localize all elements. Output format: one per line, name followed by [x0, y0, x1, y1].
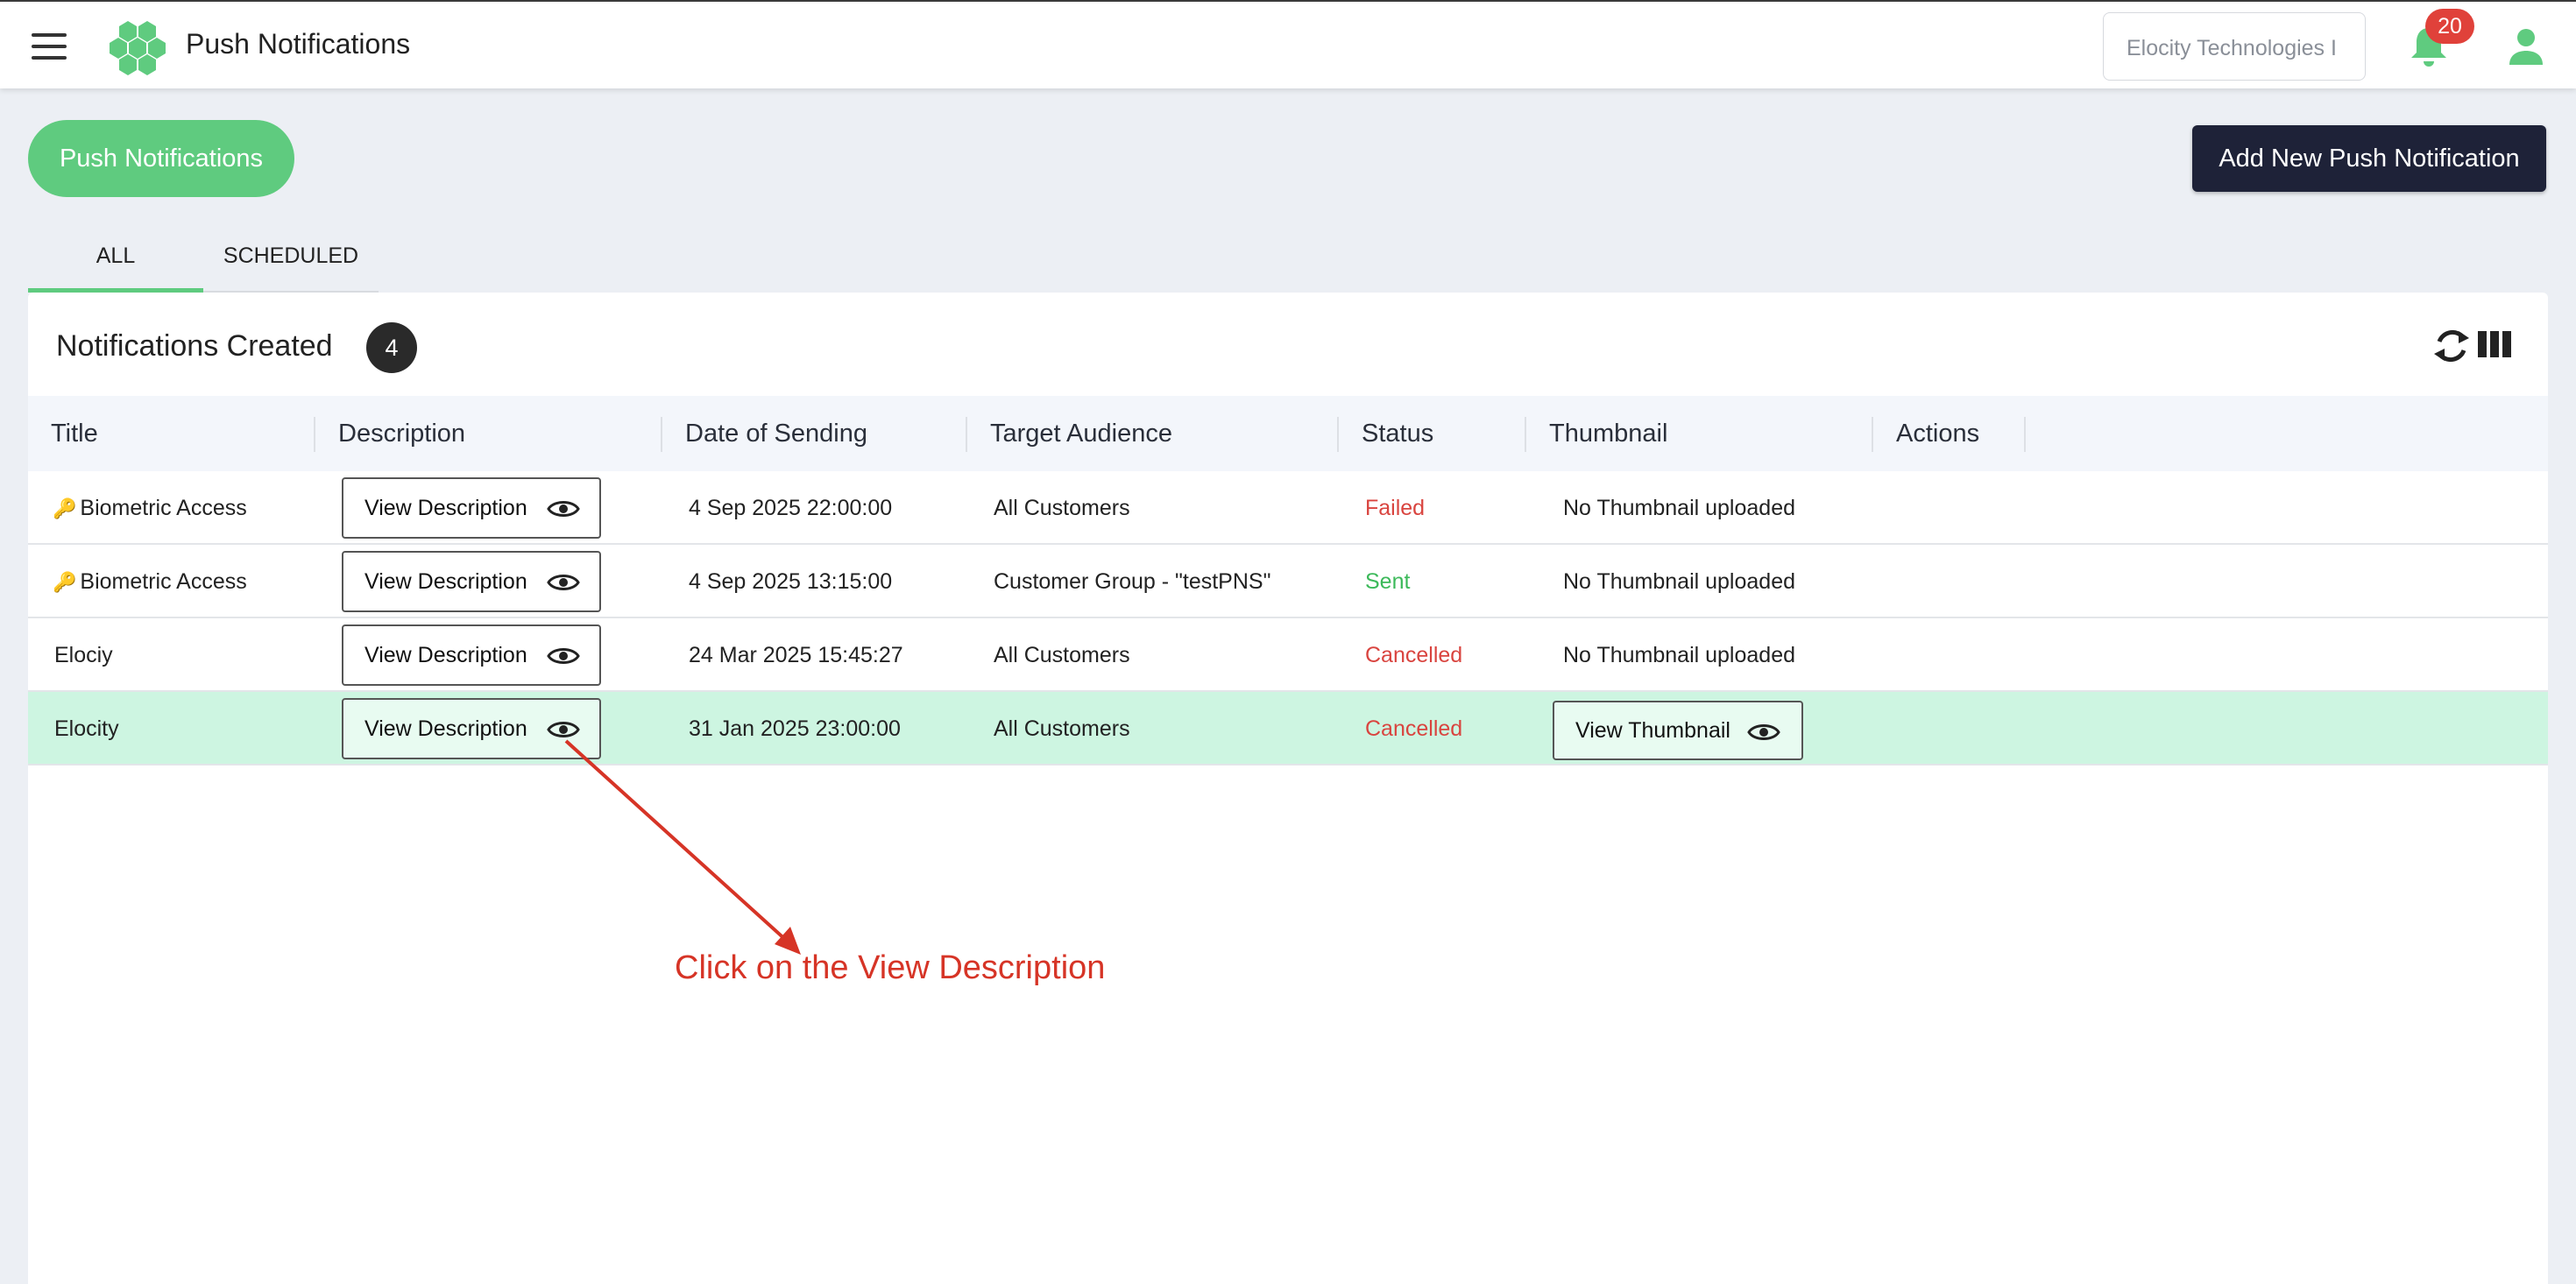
eye-icon: [547, 722, 580, 737]
notifications-count-badge: 4: [366, 322, 417, 373]
annotation-text: Click on the View Description: [675, 949, 1106, 986]
column-header-description[interactable]: Description: [315, 396, 662, 471]
notifications-card: Notifications Created 4 Title Descriptio…: [28, 293, 2548, 1284]
column-header-actions[interactable]: Actions: [1873, 396, 2026, 471]
eye-icon: [1747, 724, 1780, 740]
thumbnail-cell: No Thumbnail uploaded: [1563, 643, 1796, 667]
view-thumbnail-button[interactable]: View Thumbnail: [1553, 701, 1803, 760]
push-notifications-pill-button[interactable]: Push Notifications: [28, 120, 294, 197]
card-title: Notifications Created: [56, 329, 333, 363]
top-app-bar: Push Notifications Elocity Technologies …: [0, 0, 2576, 88]
app-title: Push Notifications: [186, 28, 411, 60]
hexagon-logo-icon: [110, 21, 166, 75]
view-description-button[interactable]: View Description: [342, 698, 601, 759]
column-header-target-audience[interactable]: Target Audience: [967, 396, 1339, 471]
eye-icon: [547, 575, 580, 590]
key-icon: 🔑: [53, 497, 77, 519]
table-header: Title Description Date of Sending Target…: [28, 396, 2548, 471]
tab-all[interactable]: ALL: [28, 229, 203, 293]
table-row[interactable]: Elocity View Description 31 Jan 2025 23:…: [28, 692, 2548, 765]
eye-icon: [547, 648, 580, 664]
tab-bar: ALL SCHEDULED: [28, 229, 379, 293]
audience-cell: All Customers: [994, 716, 1130, 741]
table-row[interactable]: 🔑 Biometric Access View Description 4 Sep…: [28, 545, 2548, 618]
column-header-thumbnail[interactable]: Thumbnail: [1526, 396, 1873, 471]
date-cell: 24 Mar 2025 15:45:27: [689, 643, 903, 667]
title-cell: 🔑 Biometric Access: [53, 569, 247, 594]
add-new-push-notification-button[interactable]: Add New Push Notification: [2192, 125, 2546, 192]
notification-count-badge: 20: [2425, 9, 2474, 44]
date-cell: 4 Sep 2025 13:15:00: [689, 569, 893, 594]
view-description-button[interactable]: View Description: [342, 477, 601, 539]
menu-icon[interactable]: [32, 33, 67, 60]
audience-cell: Customer Group - "testPNS": [994, 569, 1271, 594]
refresh-icon[interactable]: [2432, 326, 2471, 366]
table-row[interactable]: Elociy View Description 24 Mar 2025 15:4…: [28, 618, 2548, 692]
title-cell: Elociy: [54, 643, 113, 667]
title-cell: Elocity: [54, 716, 119, 741]
organization-selector[interactable]: Elocity Technologies I: [2103, 12, 2366, 81]
thumbnail-cell: No Thumbnail uploaded: [1563, 569, 1796, 594]
eye-icon: [547, 501, 580, 517]
date-cell: 31 Jan 2025 23:00:00: [689, 716, 901, 741]
status-badge: Cancelled: [1365, 716, 1463, 741]
view-description-button[interactable]: View Description: [342, 624, 601, 686]
audience-cell: All Customers: [994, 643, 1130, 667]
key-icon: 🔑: [53, 571, 77, 593]
status-badge: Cancelled: [1365, 643, 1463, 667]
column-header-title[interactable]: Title: [28, 396, 315, 471]
view-description-button[interactable]: View Description: [342, 551, 601, 612]
title-cell: 🔑 Biometric Access: [53, 496, 247, 520]
user-account-icon[interactable]: [2508, 28, 2544, 65]
columns-icon[interactable]: [2478, 329, 2511, 359]
date-cell: 4 Sep 2025 22:00:00: [689, 496, 893, 520]
status-badge: Failed: [1365, 496, 1426, 520]
audience-cell: All Customers: [994, 496, 1130, 520]
column-header-status[interactable]: Status: [1339, 396, 1526, 471]
column-header-date-of-sending[interactable]: Date of Sending: [662, 396, 967, 471]
status-badge: Sent: [1365, 569, 1411, 594]
table-row[interactable]: 🔑 Biometric Access View Description 4 Sep…: [28, 471, 2548, 545]
thumbnail-cell: No Thumbnail uploaded: [1563, 496, 1796, 520]
tab-scheduled[interactable]: SCHEDULED: [203, 229, 379, 293]
